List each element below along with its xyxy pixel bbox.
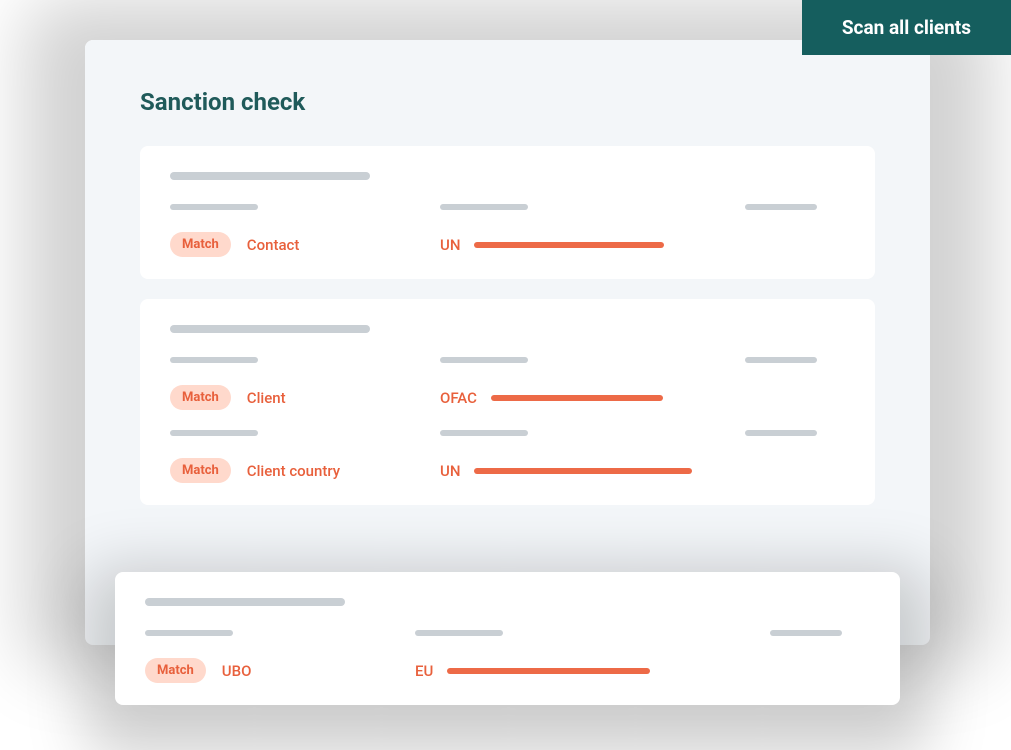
match-row: Match Contact UN bbox=[170, 232, 845, 257]
placeholder-title bbox=[170, 172, 370, 180]
placeholder bbox=[770, 630, 842, 636]
match-source-code: UN bbox=[440, 236, 460, 254]
placeholder bbox=[745, 430, 817, 436]
placeholder bbox=[415, 630, 503, 636]
placeholder-row bbox=[170, 204, 845, 210]
placeholder-row bbox=[170, 357, 845, 363]
placeholder bbox=[170, 430, 258, 436]
match-source-code: OFAC bbox=[440, 389, 477, 407]
match-type-label: Client country bbox=[247, 462, 340, 480]
match-bar bbox=[447, 668, 650, 674]
match-left: Match Client bbox=[170, 385, 420, 410]
placeholder bbox=[440, 430, 528, 436]
placeholder bbox=[440, 204, 528, 210]
placeholder bbox=[170, 204, 258, 210]
result-card-floating: Match UBO EU bbox=[115, 572, 900, 705]
placeholder bbox=[145, 630, 233, 636]
match-source: UN bbox=[440, 236, 685, 254]
result-card: Match Client OFAC Match Client country bbox=[140, 299, 875, 505]
placeholder-row bbox=[170, 430, 845, 436]
match-left: Match Client country bbox=[170, 458, 420, 483]
match-type-label: UBO bbox=[222, 662, 252, 680]
match-type-label: Contact bbox=[247, 236, 300, 254]
result-card: Match Contact UN bbox=[140, 146, 875, 279]
placeholder bbox=[440, 357, 528, 363]
match-type-label: Client bbox=[247, 389, 286, 407]
match-source-code: EU bbox=[415, 662, 433, 680]
match-badge: Match bbox=[170, 232, 231, 257]
placeholder-row bbox=[145, 630, 870, 636]
placeholder bbox=[745, 357, 817, 363]
match-badge: Match bbox=[170, 385, 231, 410]
match-source-code: UN bbox=[440, 462, 460, 480]
match-badge: Match bbox=[170, 458, 231, 483]
scan-all-clients-label: Scan all clients bbox=[842, 16, 971, 39]
match-source: EU bbox=[415, 662, 710, 680]
match-source: UN bbox=[440, 462, 692, 480]
page-title: Sanction check bbox=[140, 88, 875, 116]
match-bar bbox=[474, 468, 692, 474]
match-bar bbox=[474, 242, 664, 248]
match-left: Match UBO bbox=[145, 658, 395, 683]
match-row: Match Client OFAC bbox=[170, 385, 845, 410]
match-bar bbox=[491, 395, 663, 401]
match-source: OFAC bbox=[440, 389, 685, 407]
match-row: Match Client country UN bbox=[170, 458, 845, 483]
match-left: Match Contact bbox=[170, 232, 420, 257]
placeholder-title bbox=[145, 598, 345, 606]
match-row: Match UBO EU bbox=[145, 658, 870, 683]
sanction-check-panel: Sanction check Match Contact UN bbox=[85, 40, 930, 645]
placeholder bbox=[745, 204, 817, 210]
scan-all-clients-button[interactable]: Scan all clients bbox=[802, 0, 1011, 55]
placeholder-title bbox=[170, 325, 370, 333]
placeholder bbox=[170, 357, 258, 363]
match-badge: Match bbox=[145, 658, 206, 683]
